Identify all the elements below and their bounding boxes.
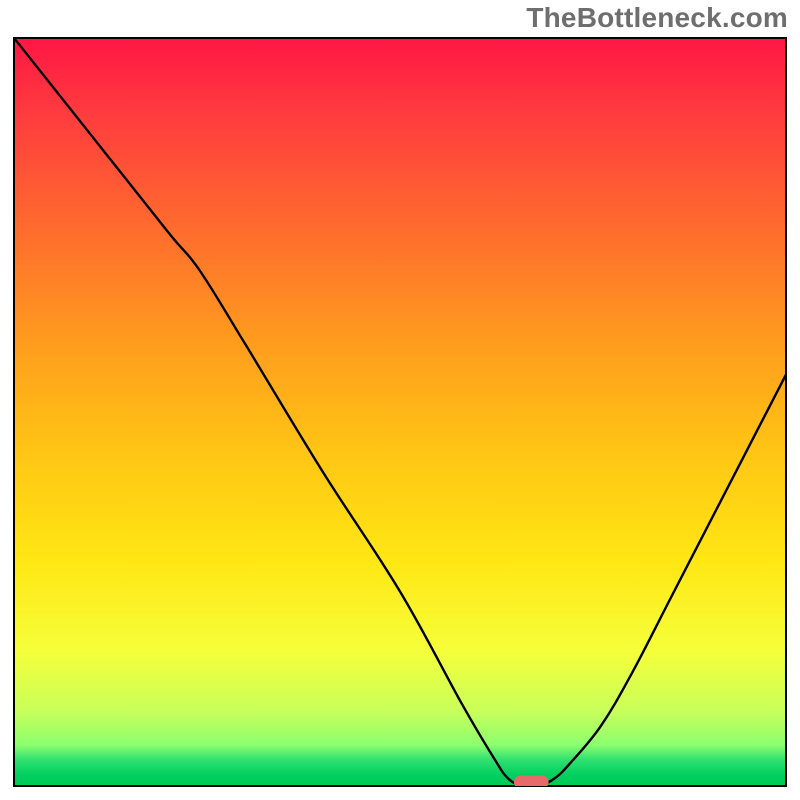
gradient-field — [14, 38, 786, 786]
chart-svg — [0, 0, 800, 800]
watermark-text: TheBottleneck.com — [526, 2, 788, 34]
chart-stage: TheBottleneck.com — [0, 0, 800, 800]
